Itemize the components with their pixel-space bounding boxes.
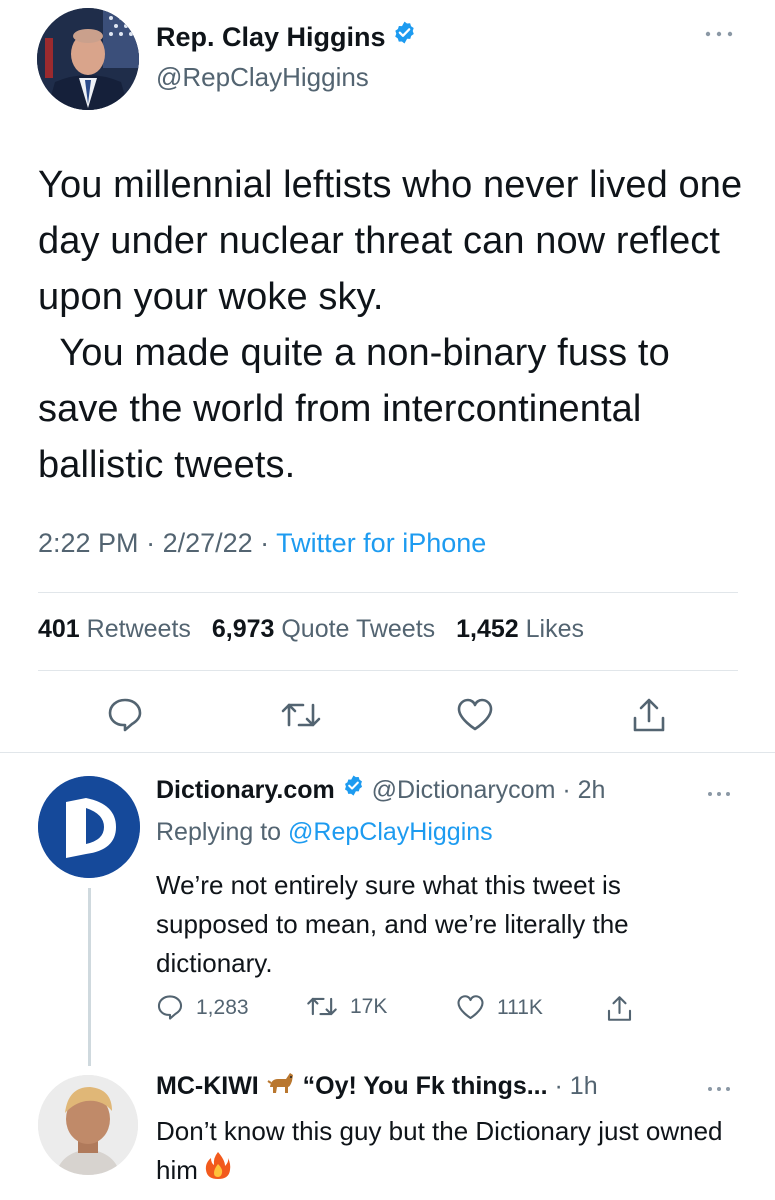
- tweet-timestamp: 2:22 PM · 2/27/22 · Twitter for iPhone: [38, 528, 487, 558]
- quotes-count: 6,973: [211, 615, 275, 643]
- tweet-source[interactable]: Twitter for iPhone: [276, 528, 486, 558]
- reply-author-handle[interactable]: @Dictionarycom: [372, 776, 556, 804]
- like-icon: [457, 995, 484, 1020]
- reply-author-name[interactable]: Dictionary.com: [156, 776, 335, 804]
- likes-count: 1,452: [456, 615, 519, 643]
- reply-text-content: Don’t know this guy but the Dictionary j…: [156, 1116, 723, 1185]
- reply-age[interactable]: 2h: [578, 776, 606, 804]
- author-handle[interactable]: @RepClayHiggins: [156, 62, 369, 93]
- dictionary-logo-icon: [38, 776, 140, 878]
- thread-line: [88, 888, 91, 1066]
- reply-author-name[interactable]: MC-KIWI: [156, 1072, 259, 1100]
- fire-emoji-icon: [205, 1150, 231, 1191]
- tweet-text: You millennial leftists who never lived …: [38, 164, 743, 486]
- retweets-stat[interactable]: 401 Retweets: [38, 615, 191, 643]
- replying-to-label: Replying to: [156, 818, 282, 846]
- tweet-time[interactable]: 2:22 PM: [38, 528, 139, 558]
- like-icon[interactable]: [456, 697, 494, 738]
- more-icon[interactable]: [703, 26, 735, 44]
- author-name[interactable]: Rep. Clay Higgins: [156, 20, 417, 55]
- reply-age[interactable]: 1h: [570, 1072, 598, 1100]
- reply-icon: [157, 995, 183, 1020]
- likes-stat[interactable]: 1,452 Likes: [456, 615, 584, 643]
- retweet-icon[interactable]: [280, 699, 322, 736]
- verified-badge-icon: [392, 20, 417, 52]
- reply-header: Dictionary.com @Dictionarycom · 2h: [156, 774, 606, 804]
- retweet-count: 17K: [350, 994, 388, 1018]
- quotes-label: Quote Tweets: [281, 615, 436, 643]
- replying-to: Replying to @RepClayHiggins: [156, 818, 493, 847]
- divider: [0, 752, 775, 753]
- tweet-date[interactable]: 2/27/22: [163, 528, 253, 558]
- verified-badge-icon: [342, 774, 365, 804]
- more-icon[interactable]: [706, 1080, 732, 1098]
- like-count: 111K: [497, 995, 543, 1019]
- dictionary-avatar[interactable]: [38, 776, 140, 878]
- author-name-text: Rep. Clay Higgins: [156, 22, 386, 52]
- avatar-photo: [38, 1075, 138, 1175]
- retweets-label: Retweets: [86, 615, 191, 643]
- reply-like-button[interactable]: 111K: [456, 994, 543, 1021]
- reply-author-name-rest[interactable]: “Oy! You Fk things...: [303, 1072, 548, 1100]
- dog-emoji-icon: [266, 1067, 296, 1102]
- reply-text: Don’t know this guy but the Dictionary j…: [156, 1112, 746, 1193]
- divider: [38, 670, 738, 671]
- mc-kiwi-avatar[interactable]: [38, 1075, 138, 1175]
- author-avatar[interactable]: [37, 8, 139, 110]
- more-icon[interactable]: [706, 785, 732, 803]
- tweet-stats: 401 Retweets 6,973 Quote Tweets 1,452 Li…: [38, 615, 598, 644]
- share-icon: [607, 996, 632, 1021]
- retweet-icon: [307, 997, 337, 1016]
- reply-icon[interactable]: [106, 697, 144, 738]
- divider: [38, 592, 738, 593]
- likes-label: Likes: [525, 615, 584, 643]
- replying-to-handle[interactable]: @RepClayHiggins: [288, 818, 493, 846]
- retweets-count: 401: [38, 615, 80, 643]
- reply-share-button[interactable]: [606, 994, 645, 1023]
- reply-reply-button[interactable]: 1,283: [156, 994, 249, 1021]
- reply-header: MC-KIWI “Oy! You Fk things... · 1h: [156, 1070, 598, 1105]
- reply-text: We’re not entirely sure what this tweet …: [156, 870, 629, 978]
- reply-retweet-button[interactable]: 17K: [306, 994, 387, 1019]
- quote-tweets-stat[interactable]: 6,973 Quote Tweets: [212, 615, 435, 643]
- reply-count: 1,283: [196, 995, 249, 1019]
- avatar-photo: [37, 8, 139, 110]
- share-icon[interactable]: [631, 696, 667, 739]
